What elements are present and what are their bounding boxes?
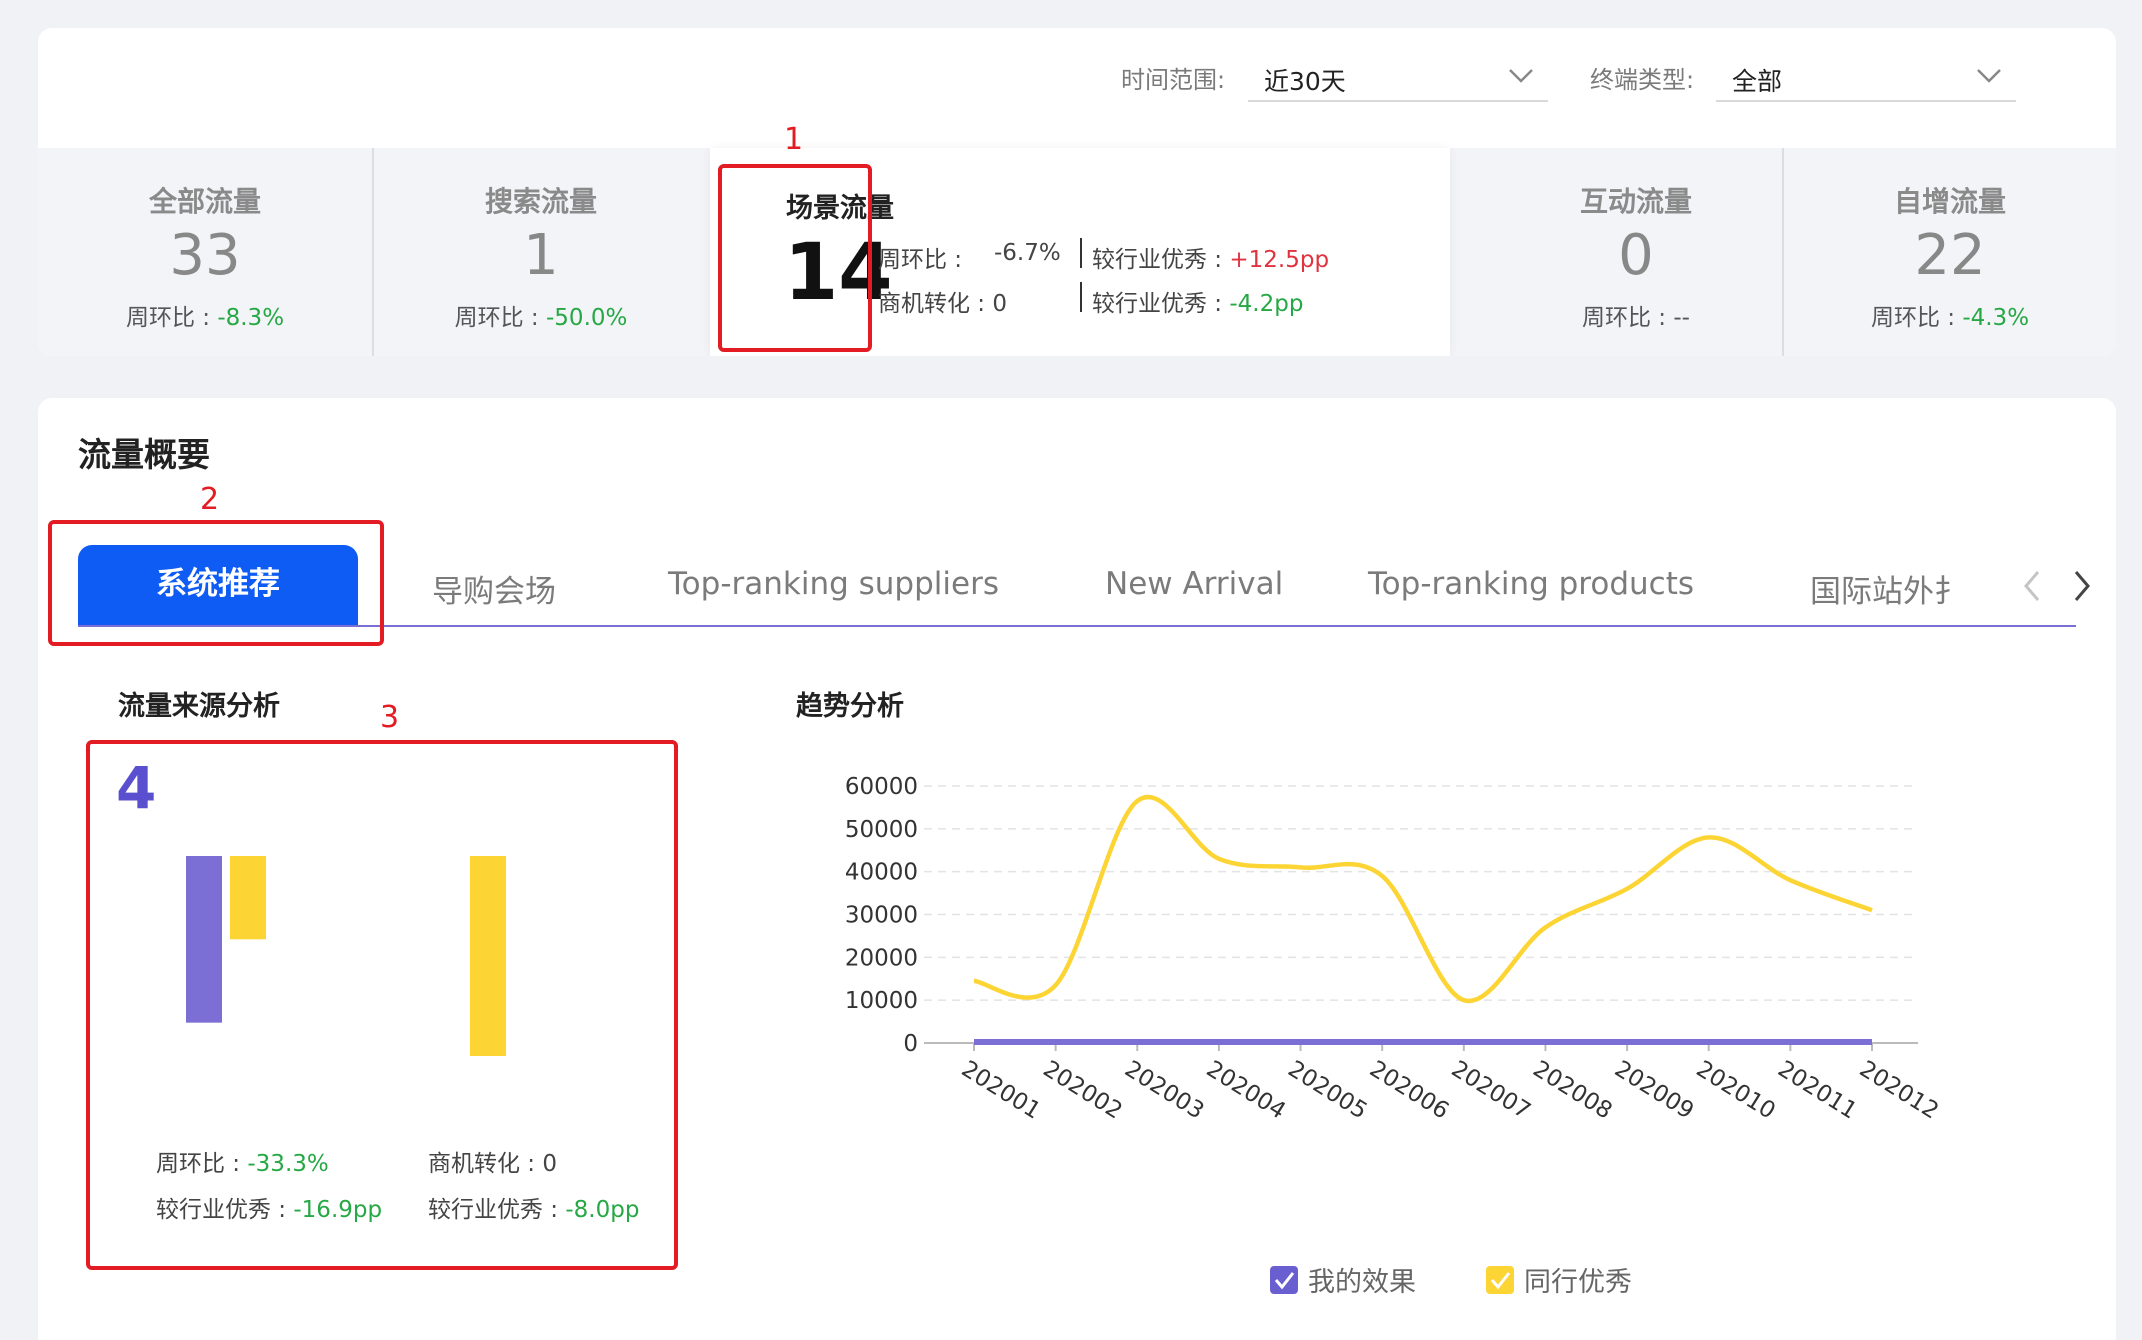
x-tick-label: 202007 bbox=[1447, 1056, 1535, 1125]
source-analysis-title: 流量来源分析 bbox=[118, 691, 280, 722]
metric-card-self-growth[interactable]: 自增流量 22 周环比 : -4.3% bbox=[1784, 148, 2116, 356]
divider bbox=[1080, 238, 1082, 268]
trend-line-chart: 0100002000030000400005000060000202001202… bbox=[845, 774, 1943, 1125]
metric-value: 1 bbox=[523, 223, 559, 288]
metrics-panel: 时间范围: 近30天 终端类型: 全部 全部流量 33 周环比 : -8.3% … bbox=[38, 28, 2116, 356]
x-tick-label: 202009 bbox=[1610, 1056, 1698, 1125]
metric-title: 自增流量 bbox=[1893, 185, 2006, 218]
section-title: 流量概要 bbox=[78, 435, 210, 474]
metric-sub-value: -8.3% bbox=[217, 305, 285, 331]
metric-title: 全部流量 bbox=[148, 185, 261, 218]
trend-analysis-title: 趋势分析 bbox=[796, 691, 904, 722]
tab-top-ranking-suppliers[interactable]: Top-ranking suppliers bbox=[668, 566, 999, 602]
industry-value: -4.2pp bbox=[1229, 291, 1304, 317]
y-tick-label: 30000 bbox=[845, 903, 918, 929]
legend-checkbox-peer[interactable] bbox=[1486, 1266, 1514, 1294]
wow-label: 周环比 : bbox=[878, 247, 963, 273]
chevron-down-icon bbox=[1977, 69, 2001, 83]
tab-top-ranking-products[interactable]: Top-ranking products bbox=[1368, 566, 1694, 602]
metric-sub-value: -4.3% bbox=[1962, 305, 2030, 331]
metric-sub-label: 周环比 : bbox=[454, 305, 546, 331]
annotation-number-1: 1 bbox=[784, 122, 804, 157]
metric-card-interaction[interactable]: 互动流量 0 周环比 : -- bbox=[1450, 148, 1822, 356]
metric-sub-label: 周环比 : bbox=[125, 305, 218, 331]
wow-value: -6.7% bbox=[994, 240, 1061, 266]
filter-bar: 时间范围: 近30天 终端类型: 全部 bbox=[38, 28, 2116, 148]
time-range-label: 时间范围: bbox=[1121, 66, 1226, 94]
industry-value: +12.5pp bbox=[1229, 247, 1330, 273]
metric-card-search[interactable]: 搜索流量 1 周环比 : -50.0% bbox=[374, 148, 708, 356]
terminal-type-select[interactable]: 全部 bbox=[1716, 54, 2016, 102]
industry-label: 较行业优秀 : bbox=[1092, 291, 1230, 317]
check-icon bbox=[1490, 1272, 1511, 1290]
legend-label-peer: 同行优秀 bbox=[1524, 1267, 1632, 1298]
y-tick-label: 50000 bbox=[845, 817, 918, 843]
y-tick-label: 40000 bbox=[845, 860, 918, 886]
divider bbox=[1080, 282, 1082, 312]
tab-international[interactable]: 国际站外扌 bbox=[1810, 566, 1998, 611]
annotation-number-4: 4 bbox=[116, 754, 157, 822]
chevron-right-icon[interactable] bbox=[2070, 568, 2094, 604]
check-icon bbox=[1274, 1272, 1295, 1290]
metric-card-all[interactable]: 全部流量 33 周环比 : -8.3% bbox=[38, 148, 372, 356]
x-tick-label: 202008 bbox=[1528, 1056, 1616, 1125]
x-tick-label: 202002 bbox=[1038, 1056, 1126, 1125]
metric-value: 0 bbox=[1618, 223, 1654, 288]
x-tick-label: 202012 bbox=[1855, 1056, 1943, 1125]
time-range-select[interactable]: 近30天 bbox=[1248, 54, 1548, 102]
x-tick-label: 202006 bbox=[1365, 1056, 1453, 1125]
metric-sub-value: -- bbox=[1673, 305, 1690, 331]
terminal-type-value: 全部 bbox=[1732, 67, 1783, 96]
legend-checkbox-mine[interactable] bbox=[1270, 1266, 1298, 1294]
annotation-box-3 bbox=[86, 740, 678, 1270]
annotation-box-2 bbox=[48, 520, 384, 646]
annotation-number-2: 2 bbox=[200, 482, 220, 517]
x-tick-label: 202010 bbox=[1692, 1056, 1780, 1125]
metric-sub-value: -50.0% bbox=[546, 305, 628, 331]
x-tick-label: 202001 bbox=[957, 1056, 1045, 1125]
y-tick-label: 20000 bbox=[845, 945, 918, 971]
metric-sub-label: 周环比 : bbox=[1582, 305, 1674, 331]
tab-shopping-venue[interactable]: 导购会场 bbox=[432, 566, 556, 611]
metric-title: 互动流量 bbox=[1579, 185, 1692, 218]
metric-value: 22 bbox=[1914, 223, 1986, 288]
x-tick-label: 202011 bbox=[1773, 1056, 1861, 1125]
metric-title: 搜索流量 bbox=[484, 185, 597, 218]
industry-label: 较行业优秀 : bbox=[1092, 247, 1230, 273]
metric-sub-label: 周环比 : bbox=[1870, 305, 1963, 331]
chevron-down-icon bbox=[1509, 69, 1533, 83]
terminal-type-label: 终端类型: bbox=[1590, 66, 1695, 94]
time-range-value: 近30天 bbox=[1264, 67, 1346, 96]
y-tick-label: 0 bbox=[903, 1031, 918, 1057]
metric-value: 33 bbox=[169, 223, 241, 288]
y-tick-label: 60000 bbox=[845, 774, 918, 800]
x-tick-label: 202004 bbox=[1202, 1056, 1290, 1125]
series-line-peer bbox=[973, 794, 1873, 1004]
x-tick-label: 202005 bbox=[1283, 1056, 1371, 1125]
legend-label-mine: 我的效果 bbox=[1308, 1267, 1416, 1298]
x-tick-label: 202003 bbox=[1120, 1056, 1208, 1125]
tab-international-clip: 国际站外扌 bbox=[1810, 566, 1998, 611]
annotation-number-3: 3 bbox=[380, 700, 400, 735]
conversion-text: 商机转化 : 0 bbox=[878, 291, 1008, 317]
annotation-box-1 bbox=[718, 164, 872, 352]
chevron-left-icon[interactable] bbox=[2020, 568, 2044, 604]
tab-new-arrival[interactable]: New Arrival bbox=[1105, 566, 1283, 602]
y-tick-label: 10000 bbox=[845, 988, 918, 1014]
